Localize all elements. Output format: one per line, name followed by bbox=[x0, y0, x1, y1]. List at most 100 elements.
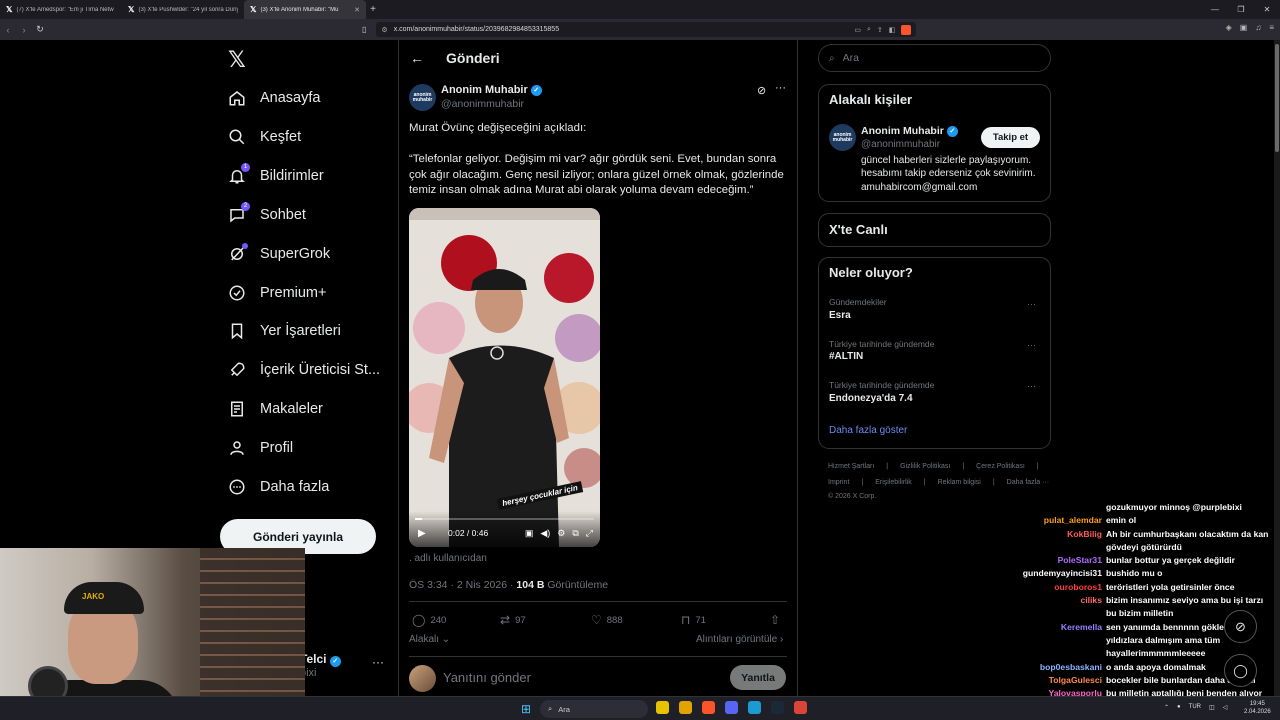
grok-explain-icon[interactable]: ⊘ bbox=[757, 84, 766, 97]
media-attribution[interactable]: . adlı kullanıcıdan bbox=[409, 553, 487, 564]
show-more-link[interactable]: Daha fazla göster bbox=[829, 425, 907, 436]
chevron-up-icon[interactable]: ⌃ bbox=[1164, 704, 1169, 711]
related-avatar[interactable]: anonim muhabir bbox=[829, 124, 856, 151]
nav-item-creator-studio[interactable]: İçerik Üreticisi St... bbox=[228, 361, 380, 379]
grok-dot bbox=[242, 243, 248, 249]
taskbar-app-icon[interactable] bbox=[771, 701, 784, 714]
reader-icon[interactable]: ▭ bbox=[854, 26, 861, 34]
author-name[interactable]: Anonim Muhabir ✓ bbox=[441, 84, 542, 96]
browser-tab[interactable]: 𝕏 (7) X'te Amedspor: "Em ji Tîma Netw bbox=[0, 0, 122, 19]
scrollbar-thumb[interactable] bbox=[1275, 44, 1279, 152]
extension-icon[interactable]: ◈ bbox=[1226, 23, 1232, 32]
close-window-icon[interactable]: ✕ bbox=[1254, 0, 1280, 19]
nav-item-bookmarks[interactable]: Yer İşaretleri bbox=[228, 322, 341, 340]
url-bar[interactable]: ⚙ x.com/anonimmuhabir/status/20396829848… bbox=[376, 22, 917, 37]
video-player[interactable]: herşey çocuklar için ▶ 0:02 / 0:46 ▣ ◀) … bbox=[409, 208, 600, 547]
messages-float-icon[interactable]: ◯ bbox=[1224, 654, 1257, 687]
taskbar-app-icon[interactable] bbox=[679, 701, 692, 714]
nav-item-chat[interactable]: 2 Sohbet bbox=[228, 202, 306, 224]
nav-item-premium[interactable]: Premium+ bbox=[228, 284, 326, 302]
volume-icon[interactable]: ◁ bbox=[1223, 704, 1228, 711]
author-handle[interactable]: @anonimmuhabir bbox=[441, 98, 524, 110]
footer-link[interactable]: Daha fazla ··· bbox=[1007, 479, 1049, 486]
windows-start-icon[interactable]: ⊞ bbox=[521, 702, 531, 716]
browser-tab[interactable]: 𝕏 (3) X'te Pushwlder: "24 yıl sonra Düny bbox=[122, 0, 244, 19]
account-more-icon[interactable]: ··· bbox=[372, 655, 384, 669]
trend-name[interactable]: #ALTIN bbox=[829, 351, 863, 362]
captions-icon[interactable]: ▣ bbox=[525, 528, 534, 539]
nav-item-articles[interactable]: Makaleler bbox=[228, 400, 323, 418]
related-dropdown[interactable]: Alakalı ⌄ bbox=[409, 634, 450, 645]
forward-nav-icon[interactable]: › bbox=[16, 25, 32, 35]
taskbar-app-icon[interactable] bbox=[656, 701, 669, 714]
trend-more-icon[interactable]: ··· bbox=[1027, 340, 1036, 350]
account-name[interactable]: Telci ✓ bbox=[300, 652, 341, 667]
search-box[interactable]: ⌕ bbox=[818, 44, 1051, 72]
trend-name[interactable]: Esra bbox=[829, 310, 851, 321]
share-post-icon[interactable]: ⇧ bbox=[770, 613, 780, 627]
x-home-logo[interactable]: 𝕏 bbox=[228, 48, 246, 73]
grok-float-icon[interactable]: ⊘ bbox=[1224, 610, 1257, 643]
close-tab-icon[interactable]: ✕ bbox=[354, 6, 360, 14]
taskbar-app-icon[interactable] bbox=[748, 701, 761, 714]
nav-item-notifications[interactable]: 1 Bildirimler bbox=[228, 163, 324, 185]
mic-icon[interactable]: ● bbox=[1177, 704, 1181, 711]
play-icon[interactable]: ▶ bbox=[418, 528, 426, 539]
translate-icon[interactable]: ◧ bbox=[889, 26, 896, 34]
zoom-icon[interactable]: ⌕ bbox=[867, 26, 871, 34]
reply-button[interactable]: Yanıtla bbox=[730, 665, 786, 690]
author-avatar[interactable]: anonim muhabir bbox=[409, 84, 436, 111]
taskbar-app-icon[interactable] bbox=[702, 701, 715, 714]
wallet-icon[interactable]: ▣ bbox=[1240, 23, 1248, 32]
network-icon[interactable]: ◫ bbox=[1209, 704, 1215, 711]
new-tab-button[interactable]: + bbox=[366, 4, 380, 15]
clock[interactable]: 19:45 2.04.2026 bbox=[1244, 700, 1271, 716]
footer-link[interactable]: Erişilebilirlik bbox=[875, 479, 912, 486]
reload-icon[interactable]: ↻ bbox=[32, 24, 48, 35]
back-nav-icon[interactable]: ‹ bbox=[0, 25, 16, 35]
trend-more-icon[interactable]: ··· bbox=[1027, 299, 1036, 309]
footer-link[interactable]: Imprint bbox=[828, 479, 849, 486]
view-quotes-link[interactable]: Alıntıları görüntüle › bbox=[696, 634, 783, 645]
maximize-icon[interactable]: ❐ bbox=[1228, 0, 1254, 19]
like-stat[interactable]: ♡ 888 bbox=[591, 613, 623, 627]
bookmark-page-icon[interactable]: ▯ bbox=[362, 25, 366, 34]
search-input[interactable] bbox=[842, 52, 1023, 64]
pip-icon[interactable]: ⧉ bbox=[572, 528, 578, 539]
nav-item-profile[interactable]: Profil bbox=[228, 439, 293, 457]
brave-shield-icon[interactable] bbox=[901, 24, 912, 35]
footer-link[interactable]: Çerez Politikası bbox=[976, 463, 1025, 470]
nav-item-explore[interactable]: Keşfet bbox=[228, 128, 301, 146]
video-progress-bar[interactable] bbox=[415, 518, 594, 520]
nav-item-supergrok[interactable]: SuperGrok bbox=[228, 243, 330, 263]
trend-name[interactable]: Endonezya'da 7.4 bbox=[829, 393, 913, 404]
site-info-icon[interactable]: ⚙ bbox=[381, 26, 387, 34]
taskbar-search[interactable]: ⌕ Ara bbox=[540, 700, 648, 718]
reply-stat[interactable]: ◯ 240 bbox=[412, 613, 446, 627]
taskbar-app-icon[interactable] bbox=[794, 701, 807, 714]
related-handle[interactable]: @anonimmuhabir bbox=[861, 139, 940, 150]
language-indicator[interactable]: TUR bbox=[1189, 704, 1201, 711]
nav-item-more[interactable]: Daha fazla bbox=[228, 478, 329, 496]
share-icon[interactable]: ⇪ bbox=[877, 26, 883, 34]
taskbar-app-icon[interactable] bbox=[725, 701, 738, 714]
footer-link[interactable]: Gizlilik Politikası bbox=[900, 463, 950, 470]
settings-icon[interactable]: ⚙ bbox=[557, 528, 565, 539]
trend-more-icon[interactable]: ··· bbox=[1027, 381, 1036, 391]
bookmark-stat[interactable]: ⊓ 71 bbox=[681, 613, 706, 627]
back-arrow-icon[interactable]: ← bbox=[410, 50, 424, 66]
browser-tab-active[interactable]: 𝕏 (3) X'te Anonim Muhabir: "Mu ✕ bbox=[244, 0, 366, 19]
menu-icon[interactable]: ≡ bbox=[1269, 23, 1274, 32]
music-icon[interactable]: ♫ bbox=[1255, 23, 1261, 32]
fullscreen-icon[interactable]: ⤢ bbox=[586, 528, 593, 539]
reply-input[interactable]: Yanıtını gönder bbox=[443, 670, 531, 685]
minimize-icon[interactable]: — bbox=[1202, 0, 1228, 19]
footer-link[interactable]: Reklam bilgisi bbox=[938, 479, 981, 486]
repost-stat[interactable]: ⇄ 97 bbox=[500, 613, 526, 627]
more-options-icon[interactable]: ··· bbox=[775, 82, 786, 94]
volume-icon[interactable]: ◀) bbox=[540, 528, 550, 539]
footer-link[interactable]: Hizmet Şartları bbox=[828, 463, 874, 470]
related-name[interactable]: Anonim Muhabir ✓ bbox=[861, 125, 958, 137]
follow-button[interactable]: Takip et bbox=[981, 127, 1040, 148]
nav-item-home[interactable]: Anasayfa bbox=[228, 89, 320, 107]
